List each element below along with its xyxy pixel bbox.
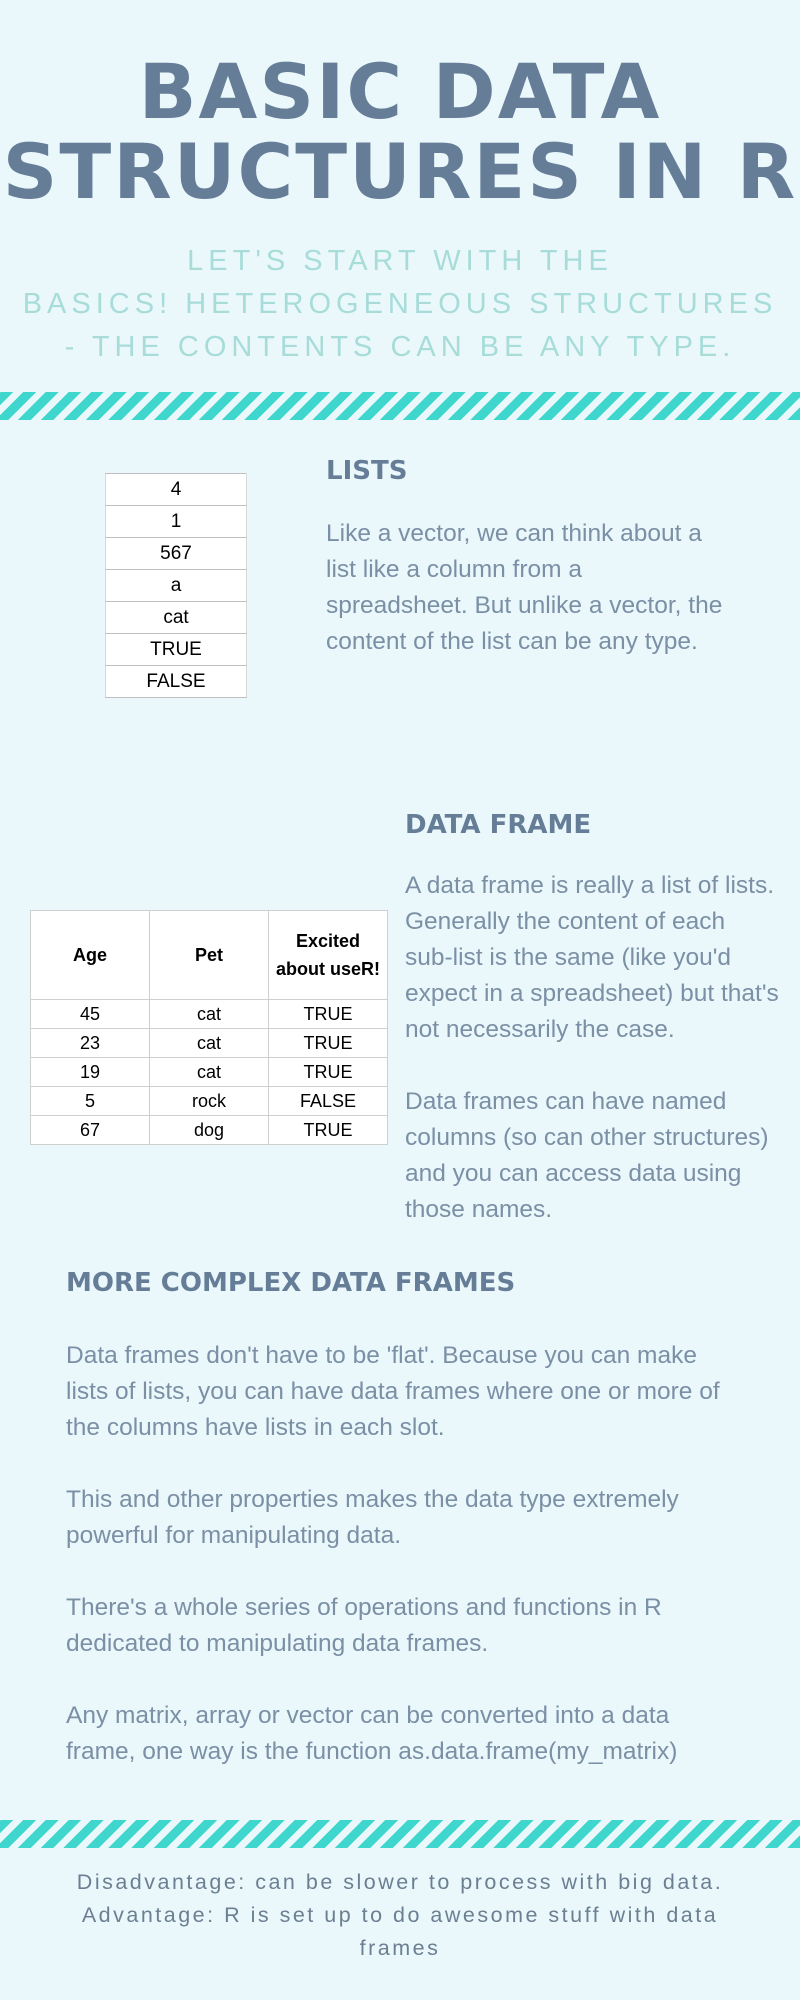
lists-text-line: spreadsheet. But unlike a vector, the xyxy=(326,592,723,619)
df-cell: 45 xyxy=(30,999,150,1029)
df-cell: TRUE xyxy=(268,1057,388,1087)
complex-text-line: Data frames don't have to be 'flat'. Bec… xyxy=(66,1342,697,1369)
list-table-cell: 567 xyxy=(105,537,247,570)
complex-text-line: Any matrix, array or vector can be conve… xyxy=(66,1702,670,1729)
subtitle-line-2: BASICS! HETEROGENEOUS STRUCTURES xyxy=(22,288,778,320)
df-header-pet: Pet xyxy=(149,910,269,1000)
df-cell: dog xyxy=(149,1115,269,1145)
complex-text-line: the columns have lists in each slot. xyxy=(66,1414,445,1441)
df-cell: 5 xyxy=(30,1086,150,1116)
df-cell: 67 xyxy=(30,1115,150,1145)
df-header-age: Age xyxy=(30,910,150,1000)
table-row: 23 cat TRUE xyxy=(30,1028,388,1058)
title-line-2: STRUCTURES IN R xyxy=(2,127,798,216)
df-text-line: and you can access data using xyxy=(405,1160,742,1187)
footer-advantage-continued: frames xyxy=(359,1936,441,1960)
df-text-line: Data frames can have named xyxy=(405,1088,727,1115)
df-cell: cat xyxy=(149,1028,269,1058)
table-row: 5 rock FALSE xyxy=(30,1086,388,1116)
df-header-excited: Excited about useR! xyxy=(268,910,388,1000)
complex-text-line: dedicated to manipulating data frames. xyxy=(66,1630,489,1657)
df-text-line: Generally the content of each xyxy=(405,908,726,935)
list-table-row: 567 xyxy=(105,537,247,570)
df-text-line: not necessarily the case. xyxy=(405,1016,675,1043)
df-cell: TRUE xyxy=(268,1028,388,1058)
complex-paragraph-1: Data frames don't have to be 'flat'. Bec… xyxy=(66,1338,786,1446)
complex-text-line: This and other properties makes the data… xyxy=(66,1486,679,1513)
list-table-row: a xyxy=(105,569,247,602)
lists-text-line: Like a vector, we can think about a xyxy=(326,520,702,547)
df-cell: TRUE xyxy=(268,999,388,1029)
lists-text-line: content of the list can be any type. xyxy=(326,628,698,655)
subtitle-line-1: LET'S START WITH THE xyxy=(187,245,613,277)
df-cell: 23 xyxy=(30,1028,150,1058)
bottom-stripe-divider xyxy=(0,1820,800,1848)
data-frame-paragraph-1: A data frame is really a list of lists. … xyxy=(405,868,797,1048)
list-table-cell: FALSE xyxy=(105,665,247,698)
df-cell: TRUE xyxy=(268,1115,388,1145)
list-table-cell: cat xyxy=(105,601,247,634)
df-text-line: sub-list is the same (like you'd xyxy=(405,944,732,971)
lists-description: Like a vector, we can think about a list… xyxy=(326,516,786,660)
data-frame-paragraph-2: Data frames can have named columns (so c… xyxy=(405,1084,797,1228)
df-cell: cat xyxy=(149,999,269,1029)
complex-text-line: frame, one way is the function as.data.f… xyxy=(66,1738,678,1765)
df-cell: cat xyxy=(149,1057,269,1087)
list-table-row: 4 xyxy=(105,473,247,506)
data-frame-heading: DATA FRAME xyxy=(405,810,592,840)
df-cell: rock xyxy=(149,1086,269,1116)
list-table-row: 1 xyxy=(105,505,247,538)
page-title: BASIC DATA STRUCTURES IN R xyxy=(0,52,800,212)
lists-heading: LISTS xyxy=(326,456,408,486)
page-subtitle: LET'S START WITH THE BASICS! HETEROGENEO… xyxy=(20,240,780,369)
df-text-line: expect in a spreadsheet) but that's xyxy=(405,980,779,1007)
list-table-row: cat xyxy=(105,601,247,634)
top-stripe-divider xyxy=(0,392,800,420)
list-table-cell: 1 xyxy=(105,505,247,538)
list-table-cell: a xyxy=(105,569,247,602)
complex-heading: MORE COMPLEX DATA FRAMES xyxy=(66,1268,516,1298)
df-text-line: those names. xyxy=(405,1196,553,1223)
list-table-cell: 4 xyxy=(105,473,247,506)
list-table-row: FALSE xyxy=(105,665,247,698)
complex-text-line: lists of lists, you can have data frames… xyxy=(66,1378,720,1405)
list-table-row: TRUE xyxy=(105,633,247,666)
complex-paragraph-2: This and other properties makes the data… xyxy=(66,1482,786,1554)
list-table: 4 1 567 a cat TRUE FALSE xyxy=(105,473,247,698)
lists-text-line: list like a column from a xyxy=(326,556,582,583)
table-row: 67 dog TRUE xyxy=(30,1115,388,1145)
complex-paragraph-4: Any matrix, array or vector can be conve… xyxy=(66,1698,786,1770)
footer-disadvantage: Disadvantage: can be slower to process w… xyxy=(76,1870,724,1894)
list-table-cell: TRUE xyxy=(105,633,247,666)
table-row: 19 cat TRUE xyxy=(30,1057,388,1087)
subtitle-line-3: - THE CONTENTS CAN BE ANY TYPE. xyxy=(64,331,736,363)
df-text-line: A data frame is really a list of lists. xyxy=(405,872,774,899)
df-cell: 19 xyxy=(30,1057,150,1087)
complex-paragraph-3: There's a whole series of operations and… xyxy=(66,1590,786,1662)
footer-advantage: Advantage: R is set up to do awesome stu… xyxy=(81,1903,719,1927)
df-text-line: columns (so can other structures) xyxy=(405,1124,769,1151)
table-row: 45 cat TRUE xyxy=(30,999,388,1029)
data-frame-table: Age Pet Excited about useR! 45 cat TRUE … xyxy=(30,910,388,1145)
data-frame-header-row: Age Pet Excited about useR! xyxy=(30,910,388,1000)
complex-text-line: There's a whole series of operations and… xyxy=(66,1594,662,1621)
df-cell: FALSE xyxy=(268,1086,388,1116)
title-line-1: BASIC DATA xyxy=(138,47,662,136)
complex-text-line: powerful for manipulating data. xyxy=(66,1522,402,1549)
